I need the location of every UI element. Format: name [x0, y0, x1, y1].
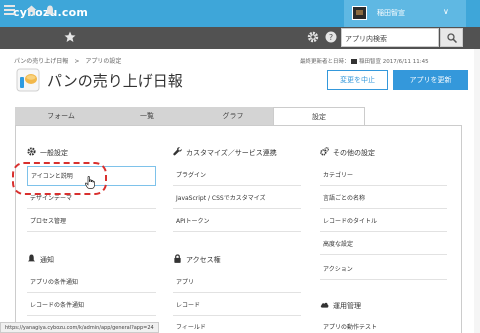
settings-item-record-condition-notify[interactable]: レコードの条件通知	[27, 296, 156, 316]
breadcrumb-app-link[interactable]: パンの売り上げ日報	[14, 58, 68, 65]
help-icon[interactable]: ?	[325, 31, 337, 43]
app-icon	[16, 68, 40, 92]
star-icon[interactable]	[64, 31, 76, 43]
user-name[interactable]: 稲田智宣	[377, 8, 405, 18]
section-general: 一般設定	[27, 147, 68, 158]
settings-item-category[interactable]: カテゴリー	[320, 166, 447, 186]
page-title: パンの売り上げ日報	[47, 72, 183, 90]
section-other: その他の設定	[320, 147, 375, 158]
section-access: アクセス権	[173, 254, 221, 265]
settings-item-plugin[interactable]: プラグイン	[173, 166, 301, 186]
section-notify-title: 通知	[40, 256, 54, 264]
section-general-title: 一般設定	[40, 149, 68, 157]
section-notify: 通知	[27, 254, 54, 265]
settings-tabs: フォーム 一覧 グラフ 設定	[15, 107, 462, 126]
avatar	[351, 59, 358, 64]
breadcrumb: パンの売り上げ日報 > アプリの設定	[14, 56, 127, 65]
status-url: https://yanagiya.cybozu.com/k/admin/app/…	[0, 322, 159, 333]
section-customize-title: カスタマイズ／サービス連携	[186, 149, 277, 157]
menu-icon[interactable]	[4, 5, 15, 16]
breadcrumb-separator: >	[74, 58, 80, 65]
wrench-icon	[173, 147, 182, 156]
chevron-down-icon[interactable]: ∨	[443, 7, 449, 16]
tab-graph[interactable]: グラフ	[187, 107, 279, 125]
settings-item-process-management[interactable]: プロセス管理	[27, 212, 156, 232]
cloud-icon	[320, 302, 329, 308]
settings-item-action[interactable]: アクション	[320, 260, 447, 280]
search-button[interactable]	[440, 28, 463, 47]
section-customize: カスタマイズ／サービス連携	[173, 147, 277, 158]
settings-item-app-test[interactable]: アプリの動作テスト	[320, 318, 447, 333]
page-scrollbar[interactable]	[474, 49, 480, 333]
svg-text:?: ?	[329, 33, 333, 42]
settings-item-advanced[interactable]: 高度な設定	[320, 235, 447, 255]
breadcrumb-current: アプリの設定	[85, 58, 122, 65]
bell-icon	[27, 254, 36, 262]
section-other-title: その他の設定	[333, 149, 375, 157]
cancel-changes-button[interactable]: 変更を中止	[327, 70, 388, 90]
lock-icon	[174, 254, 181, 263]
settings-item-access-record[interactable]: レコード	[173, 296, 301, 316]
section-ops: 運用管理	[320, 300, 361, 311]
section-ops-title: 運用管理	[333, 302, 361, 310]
search-input[interactable]: アプリ内検索	[341, 28, 439, 47]
hand-cursor-icon	[85, 176, 95, 189]
settings-item-access-app[interactable]: アプリ	[173, 273, 301, 293]
last-updated-date: 2017/6/11 11:45	[382, 59, 429, 65]
settings-item-app-condition-notify[interactable]: アプリの条件通知	[27, 273, 156, 293]
home-icon[interactable]	[26, 5, 37, 16]
tab-list[interactable]: 一覧	[101, 107, 193, 125]
gear-icon	[27, 147, 36, 156]
settings-item-js-css-customize[interactable]: JavaScript / CSSでカスタマイズ	[173, 189, 301, 209]
search-icon	[447, 33, 457, 43]
update-app-button[interactable]: アプリを更新	[393, 70, 468, 90]
last-updated-user[interactable]: 稲田智宣	[359, 59, 381, 65]
settings-item-access-field[interactable]: フィールド	[173, 318, 301, 333]
tab-settings[interactable]: 設定	[273, 107, 365, 126]
tab-form[interactable]: フォーム	[15, 107, 107, 125]
settings-item-record-title[interactable]: レコードのタイトル	[320, 212, 447, 232]
bell-icon[interactable]	[45, 5, 55, 16]
last-updated-label: 最終更新者と日時：	[300, 59, 350, 65]
settings-item-api-token[interactable]: APIトークン	[173, 212, 301, 232]
section-access-title: アクセス権	[186, 256, 221, 264]
avatar[interactable]	[352, 6, 367, 20]
gear-icon[interactable]	[307, 31, 319, 43]
gears-icon	[320, 147, 329, 156]
settings-item-localized-name[interactable]: 言語ごとの名称	[320, 189, 447, 209]
last-updated-info: 最終更新者と日時： 稲田智宣 2017/6/11 11:45	[300, 57, 429, 65]
